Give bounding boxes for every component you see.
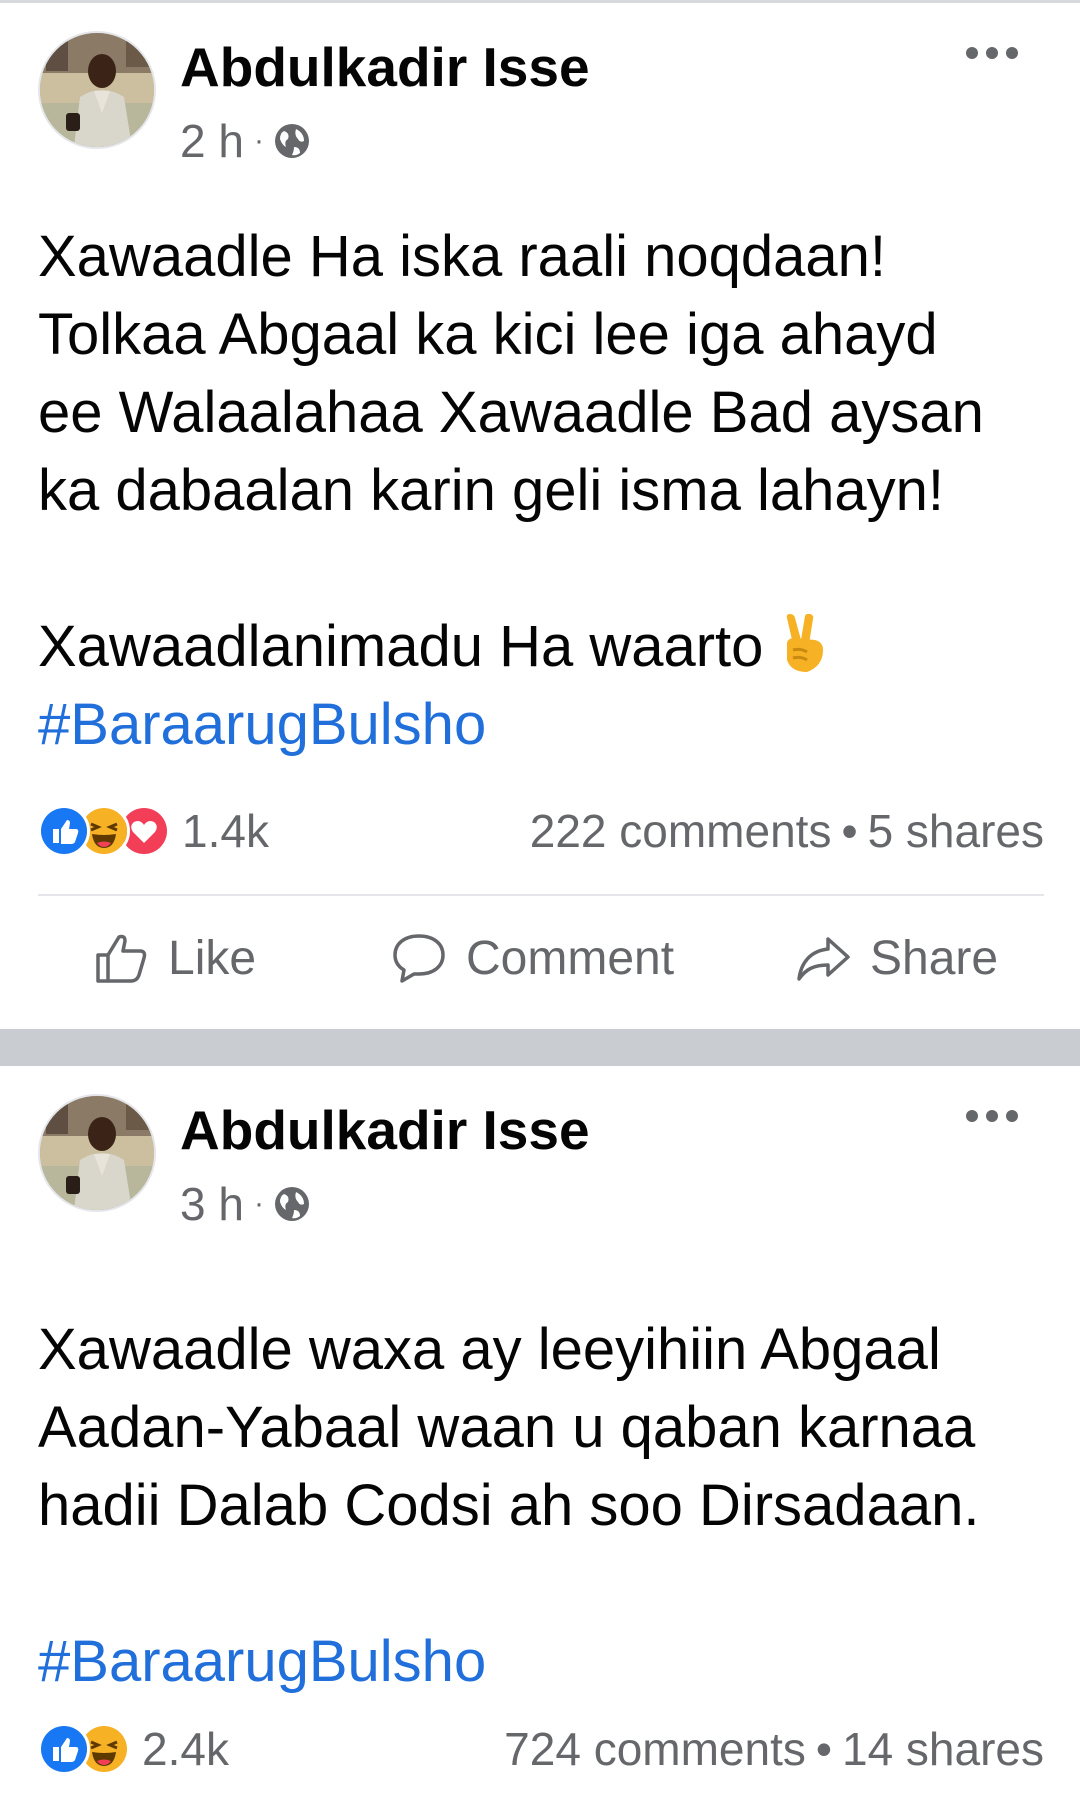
thumbs-up-icon: [96, 934, 147, 983]
victory-hand-icon: [787, 614, 824, 672]
reaction-count: 2.4k: [142, 1723, 229, 1775]
post-text-line: ee Walaalahaa Xawaadle Bad aysan: [38, 380, 984, 445]
reaction-icons[interactable]: 2.4k: [38, 1719, 229, 1779]
share-label: Share: [870, 931, 999, 985]
post-time[interactable]: 2 h: [180, 114, 244, 168]
share-arrow-icon: [797, 937, 850, 981]
author-avatar[interactable]: [38, 31, 156, 149]
post-header: Abdulkadir Isse 2 h ·: [0, 3, 1080, 183]
feed-separator: [0, 1029, 1080, 1066]
post-actions-bar: Like Comment Share: [0, 903, 1080, 1013]
reaction-icons[interactable]: 1.4k: [38, 801, 269, 861]
post-text-line: Xawaadle waxa ay leeyihiin Abgaal: [38, 1317, 941, 1382]
post-text-line: Xawaadle Ha iska raali noqdaan!: [38, 224, 886, 289]
globe-icon: [274, 1187, 309, 1221]
comment-label: Comment: [466, 931, 675, 985]
post-body: Xawaadle Ha iska raali noqdaan! Tolkaa A…: [38, 218, 1048, 764]
like-icon: [38, 805, 90, 857]
meta-separator-dot: ·: [253, 124, 264, 157]
post-card: Abdulkadir Isse 2 h · Xawaadle Ha iska r…: [0, 3, 1080, 1029]
post-text-line: hadii Dalab Codsi ah soo Dirsadaan.: [38, 1473, 980, 1538]
hashtag-link[interactable]: #BaraarugBulsho: [38, 1623, 1048, 1701]
engagement-counts: 222 comments • 5 shares: [530, 801, 1044, 861]
like-icon: [38, 1723, 90, 1775]
post-meta: 3 h ·: [180, 1176, 312, 1232]
more-options-icon[interactable]: [962, 1104, 1022, 1128]
post-text-line: Xawaadlanimadu Ha waarto: [38, 614, 764, 679]
post-text-paragraph: Xawaadlanimadu Ha waarto: [38, 608, 1048, 686]
more-options-icon[interactable]: [962, 41, 1022, 65]
post-time[interactable]: 3 h: [180, 1177, 244, 1231]
share-button[interactable]: Share: [794, 903, 998, 1013]
post-meta: 2 h ·: [180, 113, 312, 169]
post-card: Abdulkadir Isse 3 h · Xawaadle waxa ay l…: [0, 1066, 1080, 1799]
post-text-line: ka dabaalan karin geli isma lahayn!: [38, 458, 944, 523]
author-name[interactable]: Abdulkadir Isse: [180, 1098, 590, 1162]
reactions-summary: 2.4k 724 comments • 14 shares: [38, 1719, 1044, 1779]
bullet-separator: •: [815, 1723, 832, 1775]
author-name[interactable]: Abdulkadir Isse: [180, 35, 590, 99]
comments-count[interactable]: 724 comments: [504, 1723, 806, 1775]
like-button[interactable]: Like: [92, 903, 256, 1013]
meta-separator-dot: ·: [253, 1187, 264, 1220]
post-text-line: Tolkaa Abgaal ka kici lee iga ahayd: [38, 302, 938, 367]
post-text-line: Aadan-Yabaal waan u qaban karnaa: [38, 1395, 976, 1460]
reaction-count: 1.4k: [182, 805, 269, 857]
reactions-summary: 1.4k 222 comments • 5 shares: [38, 801, 1044, 861]
actions-divider: [38, 894, 1044, 896]
hashtag-link[interactable]: #BaraarugBulsho: [38, 686, 1048, 764]
comment-button[interactable]: Comment: [390, 903, 674, 1013]
like-label: Like: [168, 931, 257, 985]
author-avatar[interactable]: [38, 1094, 156, 1212]
post-body: Xawaadle waxa ay leeyihiin Abgaal Aadan-…: [38, 1311, 1048, 1701]
engagement-counts: 724 comments • 14 shares: [504, 1719, 1044, 1779]
bullet-separator: •: [841, 805, 858, 857]
comments-count[interactable]: 222 comments: [530, 805, 832, 857]
comment-bubble-icon: [393, 934, 445, 983]
shares-count[interactable]: 5 shares: [868, 805, 1044, 857]
post-header: Abdulkadir Isse 3 h ·: [0, 1066, 1080, 1246]
globe-icon: [274, 124, 309, 158]
shares-count[interactable]: 14 shares: [842, 1723, 1044, 1775]
